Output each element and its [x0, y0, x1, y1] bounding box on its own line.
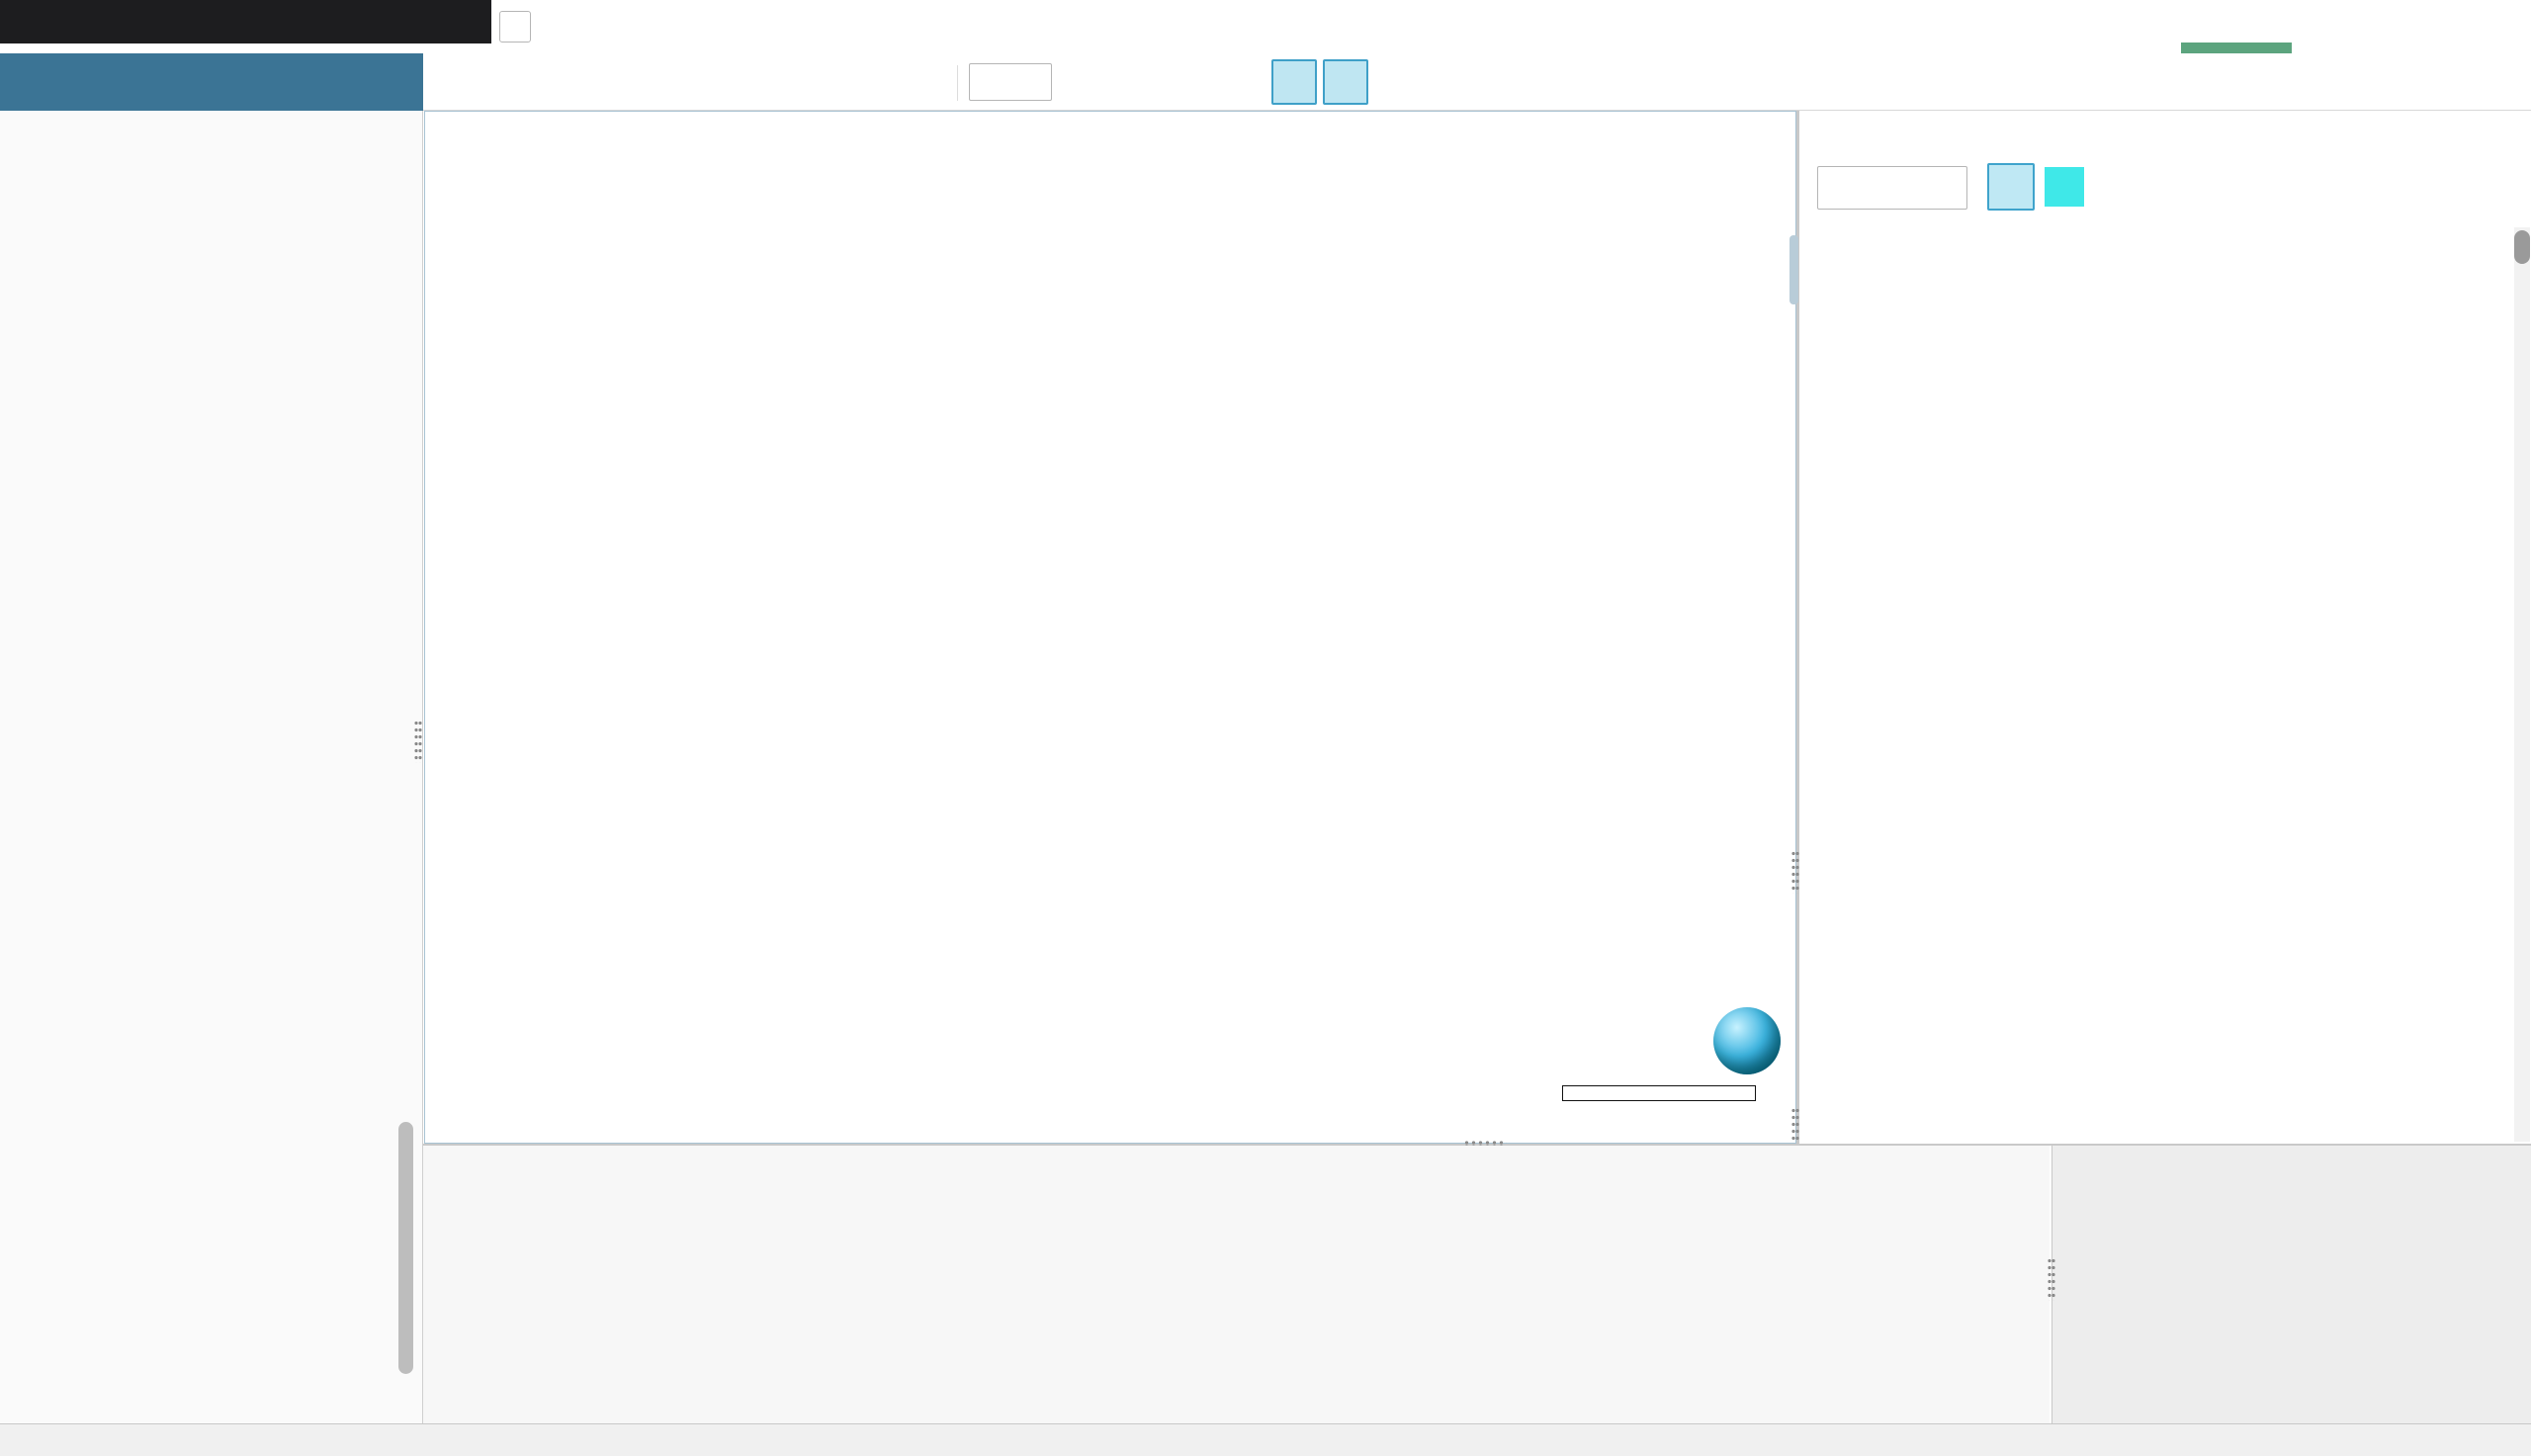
panel-menu-kebab[interactable]	[2505, 162, 2531, 210]
panel-scroll-thumb[interactable]	[2514, 230, 2530, 264]
box-select-tool[interactable]	[1212, 61, 1254, 103]
rotate-plane-tool[interactable]	[1062, 61, 1103, 103]
chevron-down-icon	[91, 73, 109, 91]
core-tray-photo-log[interactable]	[1975, 227, 2414, 1142]
active-connection-indicator	[2181, 43, 2292, 53]
project-tree	[0, 111, 423, 1423]
depth-axis	[1799, 111, 1977, 1144]
box-options-chevron[interactable]	[1256, 75, 1271, 91]
lock-icon	[1994, 170, 2028, 204]
sidebar-splitter-grip[interactable]	[414, 720, 422, 763]
scene-toolbar	[423, 53, 2531, 111]
ruler-tool[interactable]	[1469, 61, 1511, 103]
screenshot-camera-icon[interactable]	[2486, 61, 2527, 103]
scene-scale-bar	[1562, 1083, 1756, 1101]
properties-doc-icon	[2070, 1157, 2100, 1187]
lock-scale-button[interactable]	[1987, 163, 2035, 211]
splitter-grip[interactable]	[2048, 1257, 2055, 1301]
look-dropdown[interactable]	[969, 63, 1052, 101]
zscale-indicator[interactable]	[2369, 1427, 2402, 1453]
draw-plane-tool[interactable]	[1424, 61, 1465, 103]
processing-counter[interactable]	[51, 65, 109, 99]
clock-icon	[54, 65, 88, 99]
pause-icon	[178, 65, 212, 99]
select-tool[interactable]	[1323, 59, 1368, 105]
highlight-colour-swatch[interactable]	[2045, 167, 2084, 207]
tab-list-dropdown[interactable]	[499, 11, 531, 43]
clear-scene-button[interactable]	[486, 61, 528, 103]
aperture-icon	[1276, 64, 1312, 100]
core-strip-image[interactable]	[2440, 227, 2476, 1142]
camera-orbit-tool[interactable]	[1271, 59, 1317, 105]
monitor-icon	[2052, 1427, 2078, 1453]
top-bar	[0, 0, 2531, 53]
pencil-icon	[1819, 1427, 1845, 1453]
tree-scrollbar[interactable]	[398, 1122, 413, 1374]
slicer-options-chevron[interactable]	[1151, 75, 1167, 91]
geological-model	[425, 112, 1795, 1143]
panel-scroll-track[interactable]	[2514, 227, 2530, 1142]
updown-arrows-icon	[2369, 1427, 2395, 1453]
selection-panel	[2051, 1146, 2531, 1423]
hamburger-menu-icon[interactable]	[12, 3, 49, 41]
orientation-sphere[interactable]	[1713, 1007, 1781, 1074]
chevron-down-icon	[504, 16, 526, 38]
scene-viewport[interactable]	[424, 111, 1796, 1144]
slicer-tool[interactable]	[1107, 61, 1149, 103]
scene-layer-list	[423, 1146, 2050, 1423]
moving-plane-tool[interactable]	[1167, 61, 1208, 103]
processing-queue-icon[interactable]	[431, 5, 467, 41]
chevron-down-icon	[1027, 74, 1043, 90]
cursor-icon	[1328, 64, 1363, 100]
save-scene-button[interactable]	[439, 61, 480, 103]
draw-slicer-tool[interactable]	[1378, 61, 1420, 103]
status-bar	[0, 1423, 2531, 1456]
upload-counter	[125, 65, 161, 99]
search-icon[interactable]	[227, 66, 259, 98]
pop-out-button[interactable]	[2096, 167, 2136, 207]
code-indicator[interactable]	[1819, 1427, 1853, 1453]
scene-scrollbar[interactable]	[1789, 235, 1798, 304]
project-tree-header	[0, 53, 423, 111]
splitter-grip[interactable]	[1791, 850, 1799, 894]
axes-indicator[interactable]	[1479, 1427, 1513, 1453]
acceleration-indicator	[2052, 1427, 2086, 1453]
borehole-image-panel	[1799, 111, 2531, 1144]
axes-icon	[1479, 1427, 1505, 1453]
crs-indicator[interactable]	[1224, 1427, 1258, 1453]
paused-counter	[175, 65, 212, 99]
arrow-up-icon	[128, 65, 161, 99]
selection-status	[2070, 1157, 2114, 1187]
map-pin-icon	[1224, 1427, 1250, 1453]
app-header	[0, 0, 491, 43]
